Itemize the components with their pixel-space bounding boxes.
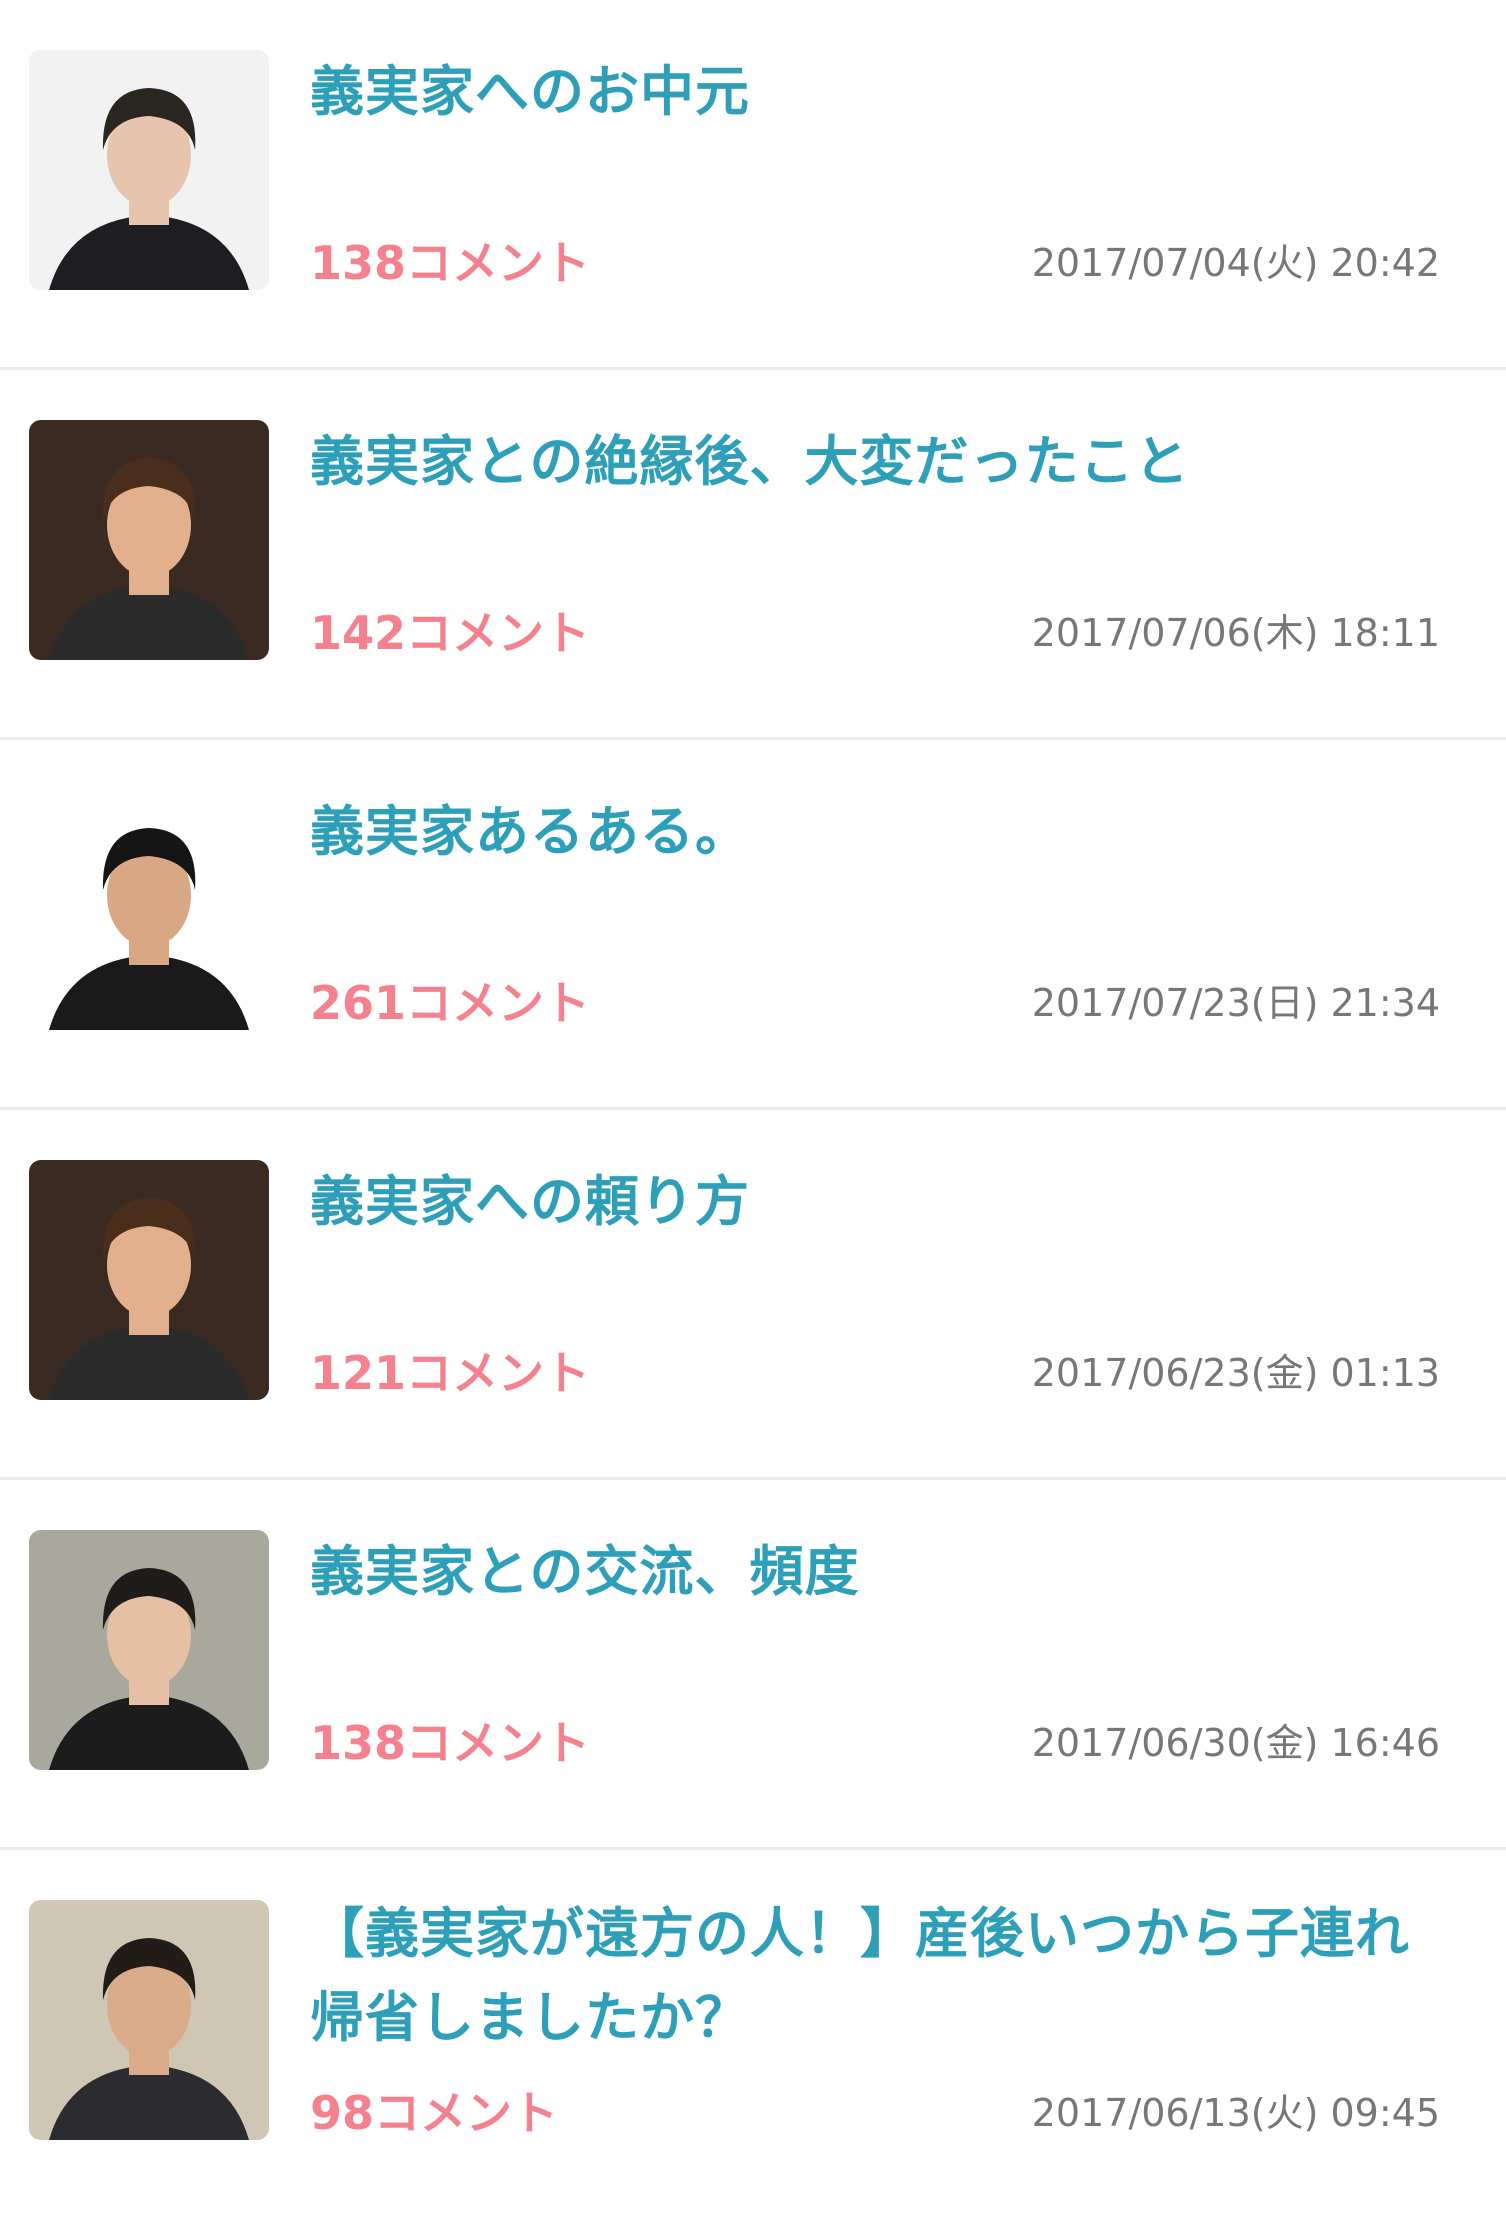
thumbnail-image[interactable] — [29, 1900, 269, 2140]
comment-count: 98コメント — [310, 2086, 559, 2140]
thumbnail-image[interactable] — [29, 1530, 269, 1770]
comment-count: 261コメント — [310, 976, 591, 1030]
post-date: 2017/07/04(火) 20:42 — [1031, 241, 1440, 285]
post-date: 2017/06/13(火) 09:45 — [1031, 2091, 1440, 2135]
list-item[interactable]: 義実家へのお中元 138コメント 2017/07/04(火) 20:42 — [0, 0, 1506, 370]
man-outdoors-photo — [29, 1530, 269, 1770]
comment-count: 138コメント — [310, 1716, 591, 1770]
post-date: 2017/06/23(金) 01:13 — [1031, 1351, 1440, 1395]
topic-title[interactable]: 義実家あるある。 — [310, 790, 1440, 874]
comment-count: 138コメント — [310, 236, 591, 290]
smiling-man-photo — [29, 420, 269, 660]
list-item[interactable]: 義実家との交流、頻度 138コメント 2017/06/30(金) 16:46 — [0, 1480, 1506, 1850]
smiling-man-photo — [29, 1160, 269, 1400]
post-date: 2017/07/06(木) 18:11 — [1031, 611, 1440, 655]
post-date: 2017/06/30(金) 16:46 — [1031, 1721, 1440, 1765]
thumbnail-image[interactable] — [29, 1160, 269, 1400]
topic-list: 義実家へのお中元 138コメント 2017/07/04(火) 20:42 義実家… — [0, 0, 1506, 2222]
man-in-jacket-photo — [29, 790, 269, 1030]
post-date: 2017/07/23(日) 21:34 — [1031, 981, 1440, 1025]
topic-title[interactable]: 義実家への頼り方 — [310, 1160, 1440, 1244]
list-item[interactable]: 【義実家が遠方の人！】産後いつから子連れ帰省しましたか？ 98コメント 2017… — [0, 1850, 1506, 2222]
thumbnail-image[interactable] — [29, 790, 269, 1030]
list-item[interactable]: 義実家との絶縁後、大変だったこと 142コメント 2017/07/06(木) 1… — [0, 370, 1506, 740]
list-item[interactable]: 義実家あるある。 261コメント 2017/07/23(日) 21:34 — [0, 740, 1506, 1110]
man-portrait-photo — [29, 1900, 269, 2140]
thumbnail-image[interactable] — [29, 420, 269, 660]
topic-title[interactable]: 義実家との絶縁後、大変だったこと — [310, 420, 1440, 504]
comment-count: 121コメント — [310, 1346, 591, 1400]
topic-title[interactable]: 【義実家が遠方の人！】産後いつから子連れ帰省しましたか？ — [310, 1892, 1440, 2060]
topic-title[interactable]: 義実家との交流、頻度 — [310, 1530, 1440, 1614]
topic-title[interactable]: 義実家へのお中元 — [310, 50, 1440, 134]
man-in-suit-photo — [29, 50, 269, 290]
thumbnail-image[interactable] — [29, 50, 269, 290]
list-item[interactable]: 義実家への頼り方 121コメント 2017/06/23(金) 01:13 — [0, 1110, 1506, 1480]
comment-count: 142コメント — [310, 606, 591, 660]
